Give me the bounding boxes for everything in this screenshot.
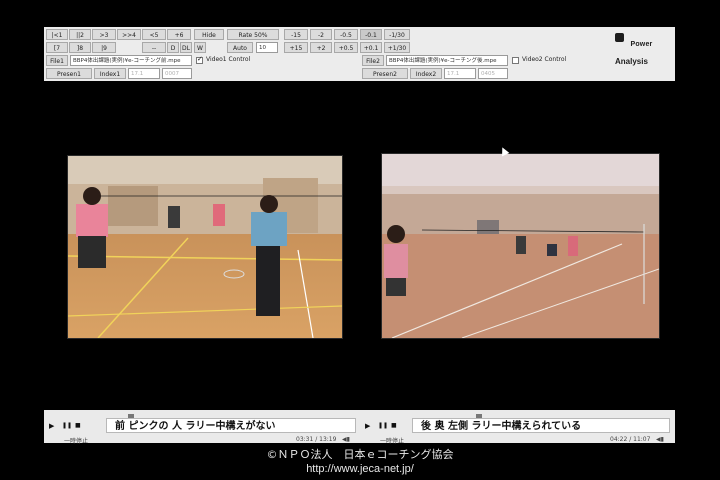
logo-mark-icon (615, 33, 624, 42)
index2-value-b[interactable]: 0405 (478, 68, 508, 79)
file2-path-field[interactable]: BBP4体出課題(実例)¥e-コーチング後.mpe (386, 55, 508, 66)
file1-button[interactable]: File1 (46, 55, 68, 66)
video1-scene (68, 156, 342, 338)
control-panel: |<1 ||2 >3 >>4 <5 +6 Hide Rate 50% -15 -… (44, 27, 675, 81)
player1-pause-icon[interactable]: ❚❚ (62, 422, 72, 429)
player2-bar: ▶ ❚❚ ■ 後 奥 左側 ラリー中構えられている 一時停止 04:22 / 1… (360, 410, 675, 445)
player1-play-icon[interactable]: ▶ (49, 422, 54, 430)
pause-button[interactable]: ||2 (69, 29, 91, 40)
video1-control-checkbox[interactable] (196, 55, 203, 64)
player2-time: 04:22 / 11:07 (610, 436, 651, 443)
player2-pause-icon[interactable]: ❚❚ (378, 422, 388, 429)
plus-1-30-button[interactable]: +1/30 (384, 42, 410, 53)
presen1-button[interactable]: Presen1 (46, 68, 92, 79)
auto-button[interactable]: Auto (227, 42, 253, 53)
plus-0-5-button[interactable]: +0.5 (334, 42, 358, 53)
website-url: http://www.jeca-net.jp/ (306, 463, 414, 475)
go-start-button[interactable]: |<1 (46, 29, 68, 40)
player2-volume-icon[interactable]: ◀▮ (656, 436, 664, 443)
d-button[interactable]: D (167, 42, 179, 53)
player1-volume-icon[interactable]: ◀▮ (342, 436, 350, 443)
video1-control-label: Video1 Control (206, 56, 251, 63)
plus-2-button[interactable]: +2 (310, 42, 332, 53)
player1-time: 03:31 / 13:19 (296, 436, 337, 443)
rate-button[interactable]: Rate 50% (227, 29, 279, 40)
player1-stop-icon[interactable]: ■ (75, 422, 81, 429)
mark-in-button[interactable]: [7 (46, 42, 68, 53)
rewind-button[interactable]: <5 (142, 29, 166, 40)
index1-value-b[interactable]: 0007 (162, 68, 192, 79)
logo-line2: Analysis (615, 57, 648, 66)
video2-control-checkbox[interactable] (512, 57, 519, 64)
mark-button[interactable]: |9 (92, 42, 116, 53)
player2-stop-icon[interactable]: ■ (391, 422, 397, 429)
index1-value-a[interactable]: 17.1 (128, 68, 160, 79)
play-button[interactable]: >3 (92, 29, 116, 40)
player1-status: 一時停止 (64, 438, 89, 445)
fast-forward-button[interactable]: >>4 (117, 29, 141, 40)
power-analysis-logo: Power Analysis (615, 33, 652, 69)
mark-out-button[interactable]: ]8 (69, 42, 91, 53)
file2-button[interactable]: File2 (362, 55, 384, 66)
w-button[interactable]: W (194, 42, 206, 53)
dl-button[interactable]: DL (180, 42, 192, 53)
auto-interval-input[interactable]: 10 (256, 42, 278, 53)
plus-0-1-button[interactable]: +0.1 (360, 42, 382, 53)
dash-button[interactable]: -- (142, 42, 166, 53)
minus-0-1-button[interactable]: -0.1 (360, 29, 382, 40)
player1-subtitle: 前 ピンクの 人 ラリー中構えがない (106, 418, 356, 433)
presen2-button[interactable]: Presen2 (362, 68, 408, 79)
logo-line1: Power (630, 41, 653, 48)
step-button[interactable]: +6 (167, 29, 191, 40)
video2-control-label: Video2 Control (522, 56, 567, 63)
hide-button[interactable]: Hide (194, 29, 224, 40)
video2-scene (382, 154, 659, 338)
file1-path-field[interactable]: BBP4体出課題(実例)¥e-コーチング前.mpe (70, 55, 192, 66)
index1-button[interactable]: Index1 (94, 68, 126, 79)
player2-subtitle: 後 奥 左側 ラリー中構えられている (412, 418, 670, 433)
player2-status: 一時停止 (380, 438, 405, 445)
plus-15-button[interactable]: +15 (284, 42, 308, 53)
copyright-text: ©ＮＰＯ法人 日本ｅコーチング協会 (266, 448, 454, 461)
index2-value-a[interactable]: 17.1 (444, 68, 476, 79)
video2-frame[interactable] (381, 153, 660, 339)
video1-frame[interactable] (67, 155, 343, 339)
index2-button[interactable]: Index2 (410, 68, 442, 79)
minus-15-button[interactable]: -15 (284, 29, 308, 40)
minus-1-30-button[interactable]: -1/30 (384, 29, 410, 40)
minus-0-5-button[interactable]: -0.5 (334, 29, 358, 40)
minus-2-button[interactable]: -2 (310, 29, 332, 40)
player1-bar: ▶ ❚❚ ■ 前 ピンクの 人 ラリー中構えがない 一時停止 03:31 / 1… (44, 410, 360, 445)
player2-play-icon[interactable]: ▶ (365, 422, 370, 430)
